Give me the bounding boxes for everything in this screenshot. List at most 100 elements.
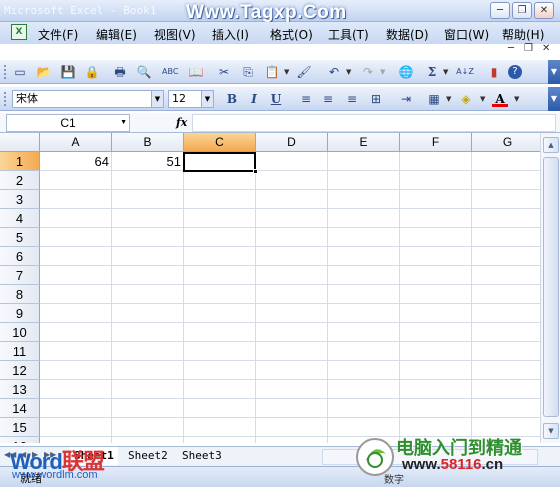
- print-icon[interactable]: 🖶: [112, 64, 128, 80]
- print-preview-icon[interactable]: 🔍: [136, 64, 152, 80]
- autosum-dropdown-icon[interactable]: ▼: [443, 68, 448, 76]
- sort-ascending-icon[interactable]: A↓Z: [454, 64, 476, 80]
- font-color-icon[interactable]: A: [492, 91, 508, 107]
- row-header-11[interactable]: 11: [0, 342, 40, 361]
- redo-dropdown-icon[interactable]: ▼: [380, 68, 385, 76]
- research-icon[interactable]: 📖: [188, 64, 204, 80]
- menu-data[interactable]: 数据(D): [386, 26, 429, 43]
- save-icon[interactable]: 💾: [60, 64, 76, 80]
- row-header-14[interactable]: 14: [0, 399, 40, 418]
- font-color-dropdown-icon[interactable]: ▼: [514, 95, 519, 103]
- column-header-c[interactable]: C: [184, 133, 256, 152]
- column-header-d[interactable]: D: [256, 133, 328, 152]
- doc-close-button[interactable]: ✕: [542, 43, 550, 54]
- increase-indent-icon[interactable]: ⇥: [398, 91, 414, 107]
- menu-help[interactable]: 帮助(H): [502, 26, 544, 43]
- fill-color-icon[interactable]: ◈: [458, 91, 474, 107]
- row-header-10[interactable]: 10: [0, 323, 40, 342]
- menu-format[interactable]: 格式(O): [270, 26, 313, 43]
- column-header-b[interactable]: B: [112, 133, 184, 152]
- row-header-13[interactable]: 13: [0, 380, 40, 399]
- borders-icon[interactable]: ▦: [426, 91, 442, 107]
- toolbar-grip[interactable]: [4, 92, 7, 106]
- row-header-5[interactable]: 5: [0, 228, 40, 247]
- sheet-tab-sheet2[interactable]: Sheet2: [124, 447, 172, 465]
- row-header-9[interactable]: 9: [0, 304, 40, 323]
- new-icon[interactable]: ▭: [12, 64, 28, 80]
- menu-view[interactable]: 视图(V): [154, 26, 196, 43]
- bold-button[interactable]: B: [224, 91, 240, 107]
- row-header-7[interactable]: 7: [0, 266, 40, 285]
- chevron-down-icon[interactable]: ▼: [201, 91, 213, 107]
- spelling-icon[interactable]: ABC: [162, 64, 178, 80]
- menu-insert[interactable]: 插入(I): [212, 26, 249, 43]
- align-left-icon[interactable]: ≡: [298, 91, 314, 107]
- menu-tools[interactable]: 工具(T): [328, 26, 369, 43]
- name-box[interactable]: C1 ▼: [6, 114, 130, 132]
- select-all-button[interactable]: [0, 133, 40, 152]
- paste-dropdown-icon[interactable]: ▼: [284, 68, 289, 76]
- menu-window[interactable]: 窗口(W): [444, 26, 489, 43]
- excel-doc-icon[interactable]: X: [11, 24, 27, 40]
- autosum-icon[interactable]: Σ: [424, 64, 440, 80]
- undo-icon[interactable]: ↶: [326, 64, 342, 80]
- fill-dropdown-icon[interactable]: ▼: [480, 95, 485, 103]
- chevron-down-icon[interactable]: ▼: [120, 115, 127, 131]
- column-header-a[interactable]: A: [40, 133, 112, 152]
- row-header-16[interactable]: 16: [0, 437, 40, 443]
- undo-dropdown-icon[interactable]: ▼: [346, 68, 351, 76]
- toolbar-options-icon[interactable]: ▼: [548, 60, 560, 84]
- row-header-12[interactable]: 12: [0, 361, 40, 380]
- align-right-icon[interactable]: ≡: [344, 91, 360, 107]
- italic-button[interactable]: I: [246, 91, 262, 107]
- close-button[interactable]: ✕: [534, 2, 554, 19]
- column-header-e[interactable]: E: [328, 133, 400, 152]
- open-icon[interactable]: 📂: [36, 64, 52, 80]
- copy-icon[interactable]: ⎘: [240, 64, 256, 80]
- underline-button[interactable]: U: [268, 91, 284, 107]
- row-header-3[interactable]: 3: [0, 190, 40, 209]
- toolbar-grip[interactable]: [4, 65, 7, 79]
- minimize-button[interactable]: ─: [490, 2, 510, 19]
- column-header-g[interactable]: G: [472, 133, 540, 152]
- fill-handle[interactable]: [253, 169, 258, 174]
- row-header-2[interactable]: 2: [0, 171, 40, 190]
- merge-center-icon[interactable]: ⊞: [368, 91, 384, 107]
- format-painter-icon[interactable]: 🖌: [296, 64, 312, 80]
- paste-icon[interactable]: 📋: [264, 64, 280, 80]
- row-header-15[interactable]: 15: [0, 418, 40, 437]
- align-center-icon[interactable]: ≡: [320, 91, 336, 107]
- active-cell-c1[interactable]: [183, 152, 256, 172]
- hyperlink-icon[interactable]: 🌐: [398, 64, 414, 80]
- doc-minimize-button[interactable]: ─: [508, 43, 514, 54]
- formula-input[interactable]: [192, 114, 556, 132]
- row-header-1[interactable]: 1: [0, 152, 40, 171]
- vertical-scrollbar[interactable]: ▲ ▼: [540, 133, 560, 443]
- menu-edit[interactable]: 编辑(E): [96, 26, 137, 43]
- font-name-select[interactable]: 宋体 ▼: [12, 90, 164, 108]
- scroll-down-icon[interactable]: ▼: [543, 423, 559, 439]
- toolbar-options-icon[interactable]: ▼: [548, 87, 560, 111]
- scroll-up-icon[interactable]: ▲: [543, 137, 559, 153]
- menu-file[interactable]: 文件(F): [38, 26, 78, 43]
- cell-b1[interactable]: 51: [112, 152, 184, 171]
- row-header-8[interactable]: 8: [0, 285, 40, 304]
- row-header-6[interactable]: 6: [0, 247, 40, 266]
- borders-dropdown-icon[interactable]: ▼: [446, 95, 451, 103]
- help-icon[interactable]: ?: [508, 65, 522, 79]
- insert-function-icon[interactable]: fx: [176, 114, 187, 132]
- redo-icon[interactable]: ↷: [360, 64, 376, 80]
- chart-wizard-icon[interactable]: ▮: [486, 64, 502, 80]
- doc-restore-button[interactable]: ❐: [524, 43, 533, 54]
- sheet-tab-sheet3[interactable]: Sheet3: [178, 447, 226, 465]
- column-header-f[interactable]: F: [400, 133, 472, 152]
- worksheet-grid[interactable]: A B C D E F G 1 2 3 4 5 6 7 8 9 10 11 12…: [0, 133, 540, 443]
- font-size-select[interactable]: 12 ▼: [168, 90, 214, 108]
- restore-button[interactable]: ❐: [512, 2, 532, 19]
- cell-a1[interactable]: 64: [40, 152, 112, 171]
- permission-icon[interactable]: 🔒: [84, 64, 100, 80]
- cut-icon[interactable]: ✂: [216, 64, 232, 80]
- chevron-down-icon[interactable]: ▼: [151, 91, 163, 107]
- scroll-thumb[interactable]: [543, 157, 559, 417]
- row-header-4[interactable]: 4: [0, 209, 40, 228]
